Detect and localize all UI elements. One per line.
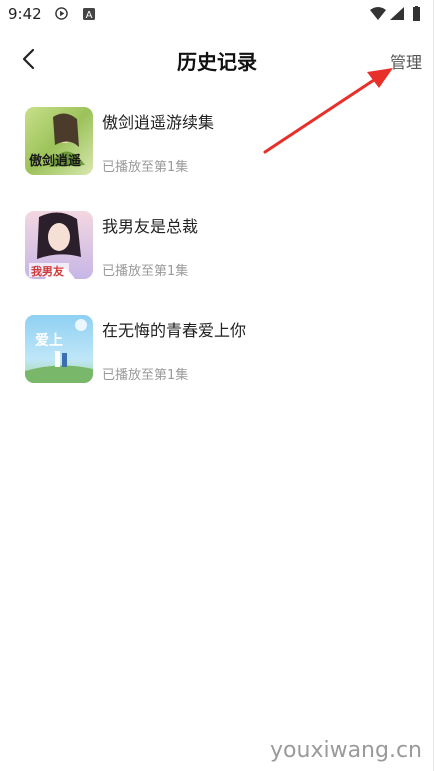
signal-icon [390,7,404,20]
header: 历史记录 管理 [0,34,434,84]
svg-text:傲剑逍遥: 傲剑逍遥 [29,153,81,169]
item-title: 我男友是总裁 [102,217,199,236]
history-item[interactable]: 我男友 我男友是总裁 已播放至第1集 [0,208,434,312]
item-title: 傲剑逍遥游续集 [102,113,215,132]
status-bar: 9:42 A [0,0,434,30]
svg-text:爱上: 爱上 [35,333,63,349]
item-progress: 已播放至第1集 [102,160,189,175]
history-list: 傲剑逍遥 傲剑逍遥游续集 已播放至第1集 我男友 我男友是总裁 已播放至第1集 … [0,104,434,416]
history-item[interactable]: 爱上 在无悔的青春爱上你 已播放至第1集 [0,312,434,416]
wifi-icon [370,7,386,20]
battery-icon [413,6,420,21]
svg-text:我男友: 我男友 [31,264,64,278]
cover-image: 我男友 [25,211,93,279]
font-a-icon: A [83,8,95,20]
svg-text:A: A [86,10,93,20]
cover-image: 傲剑逍遥 [25,107,93,175]
watermark: youxiwang.cn [270,738,422,763]
item-progress: 已播放至第1集 [102,264,189,279]
page-title: 历史记录 [177,50,257,74]
manage-button[interactable]: 管理 [390,49,422,73]
item-title: 在无悔的青春爱上你 [102,321,247,340]
cover-image: 爱上 [25,315,93,383]
status-time: 9:42 [8,5,42,23]
play-circle-icon [55,7,68,20]
status-indicators [370,6,420,21]
history-item[interactable]: 傲剑逍遥 傲剑逍遥游续集 已播放至第1集 [0,104,434,208]
screen: 9:42 A 历史记录 管理 傲剑逍遥 傲剑逍遥游续集 已播放至第1集 我男友 … [0,0,434,771]
item-progress: 已播放至第1集 [102,368,189,383]
